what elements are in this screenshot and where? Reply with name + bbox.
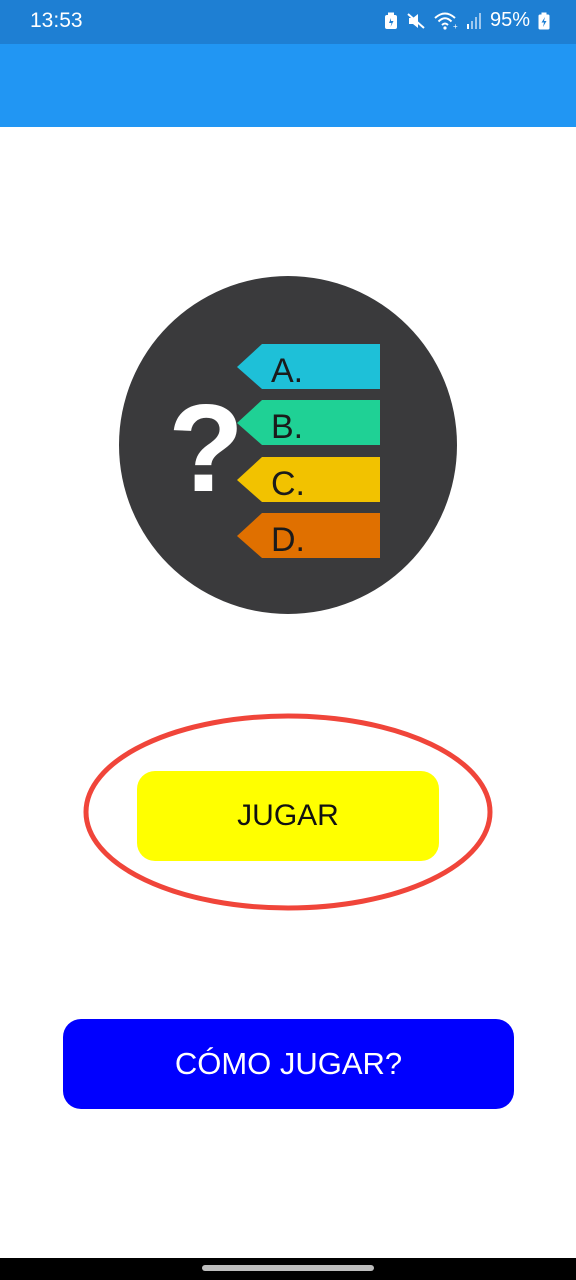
battery-saver-icon xyxy=(384,12,397,29)
question-mark-icon: ? xyxy=(168,380,244,518)
svg-text:+: + xyxy=(453,22,458,30)
wifi-icon: + xyxy=(434,12,458,30)
option-tag-label: B. xyxy=(271,408,303,446)
home-handle[interactable] xyxy=(202,1265,374,1271)
how-to-play-button[interactable]: CÓMO JUGAR? xyxy=(63,1019,514,1109)
status-bar: 13:53 + 95% xyxy=(0,0,576,44)
quiz-logo: ? A. B. C. D. xyxy=(119,276,457,614)
mute-icon xyxy=(407,12,425,29)
battery-percent: 95% xyxy=(489,9,530,31)
signal-icon xyxy=(466,12,481,29)
option-tag-a: A. xyxy=(237,344,380,390)
battery-charging-icon xyxy=(538,12,550,29)
app-bar xyxy=(0,44,576,127)
play-button[interactable]: JUGAR xyxy=(137,771,439,861)
option-tag-b: B. xyxy=(237,400,380,446)
status-time: 13:53 xyxy=(30,9,83,32)
option-tag-label: A. xyxy=(271,352,303,390)
option-tag-c: C. xyxy=(237,457,380,503)
option-tag-label: D. xyxy=(271,521,305,559)
status-icons: + 95% xyxy=(384,9,550,32)
option-tag-d: D. xyxy=(237,513,380,559)
option-tag-label: C. xyxy=(271,465,305,503)
